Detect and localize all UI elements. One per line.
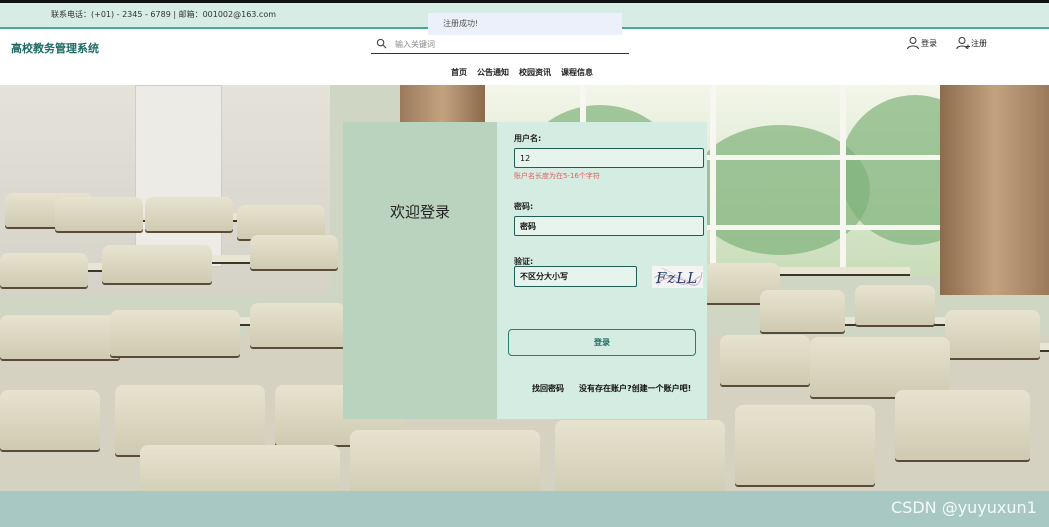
forgot-password-link[interactable]: 找回密码 (532, 383, 564, 394)
search-input[interactable] (395, 37, 615, 51)
username-input[interactable] (514, 148, 704, 168)
captcha-graphic: FzLL (653, 267, 703, 287)
toast-notification: 注册成功! (428, 13, 622, 35)
curtain (940, 85, 1049, 295)
nav-item-news[interactable]: 校园资讯 (519, 67, 551, 78)
csdn-watermark: CSDN @yuyuxun1 (891, 498, 1037, 517)
main-nav: 首页 公告通知 校园资讯 课程信息 (451, 67, 593, 78)
door (135, 85, 222, 267)
captcha-text: FzLL (655, 269, 698, 287)
contact-info: 联系电话：(+01) - 2345 - 6789 | 邮箱：001002@163… (51, 10, 277, 19)
search-bar (371, 35, 629, 54)
user-icon (907, 37, 919, 50)
login-submit-button[interactable]: 登录 (508, 329, 696, 356)
username-label: 用户名: (514, 134, 542, 143)
site-title: 高校教务管理系统 (11, 42, 99, 55)
login-link-label: 登录 (921, 38, 937, 48)
login-link[interactable]: 登录 (906, 36, 937, 50)
register-link-label: 注册 (971, 38, 987, 48)
nav-item-notices[interactable]: 公告通知 (477, 67, 509, 78)
captcha-input[interactable] (514, 266, 637, 287)
captcha-image[interactable]: FzLL (652, 266, 703, 288)
register-link[interactable]: 注册 (956, 36, 987, 50)
user-add-icon (956, 37, 970, 50)
login-card: 欢迎登录 用户名: 账户名长度为在5-16个字符 密码: 验证: FzLL 登录… (343, 122, 707, 419)
site-header: 高校教务管理系统 登录 注册 首页 公告通知 校园资讯 课程信息 (0, 29, 1049, 85)
username-error: 账户名长度为在5-16个字符 (514, 172, 600, 180)
password-label: 密码: (514, 202, 534, 211)
create-account-link[interactable]: 没有存在账户?创建一个账户吧! (579, 383, 691, 394)
welcome-heading: 欢迎登录 (389, 203, 450, 221)
password-input[interactable] (514, 216, 704, 236)
search-icon[interactable] (376, 38, 387, 49)
login-card-welcome-panel: 欢迎登录 (343, 122, 497, 419)
nav-item-home[interactable]: 首页 (451, 67, 467, 78)
nav-item-courses[interactable]: 课程信息 (561, 67, 593, 78)
login-form: 用户名: 账户名长度为在5-16个字符 密码: 验证: FzLL 登录 找回密码… (497, 122, 707, 419)
